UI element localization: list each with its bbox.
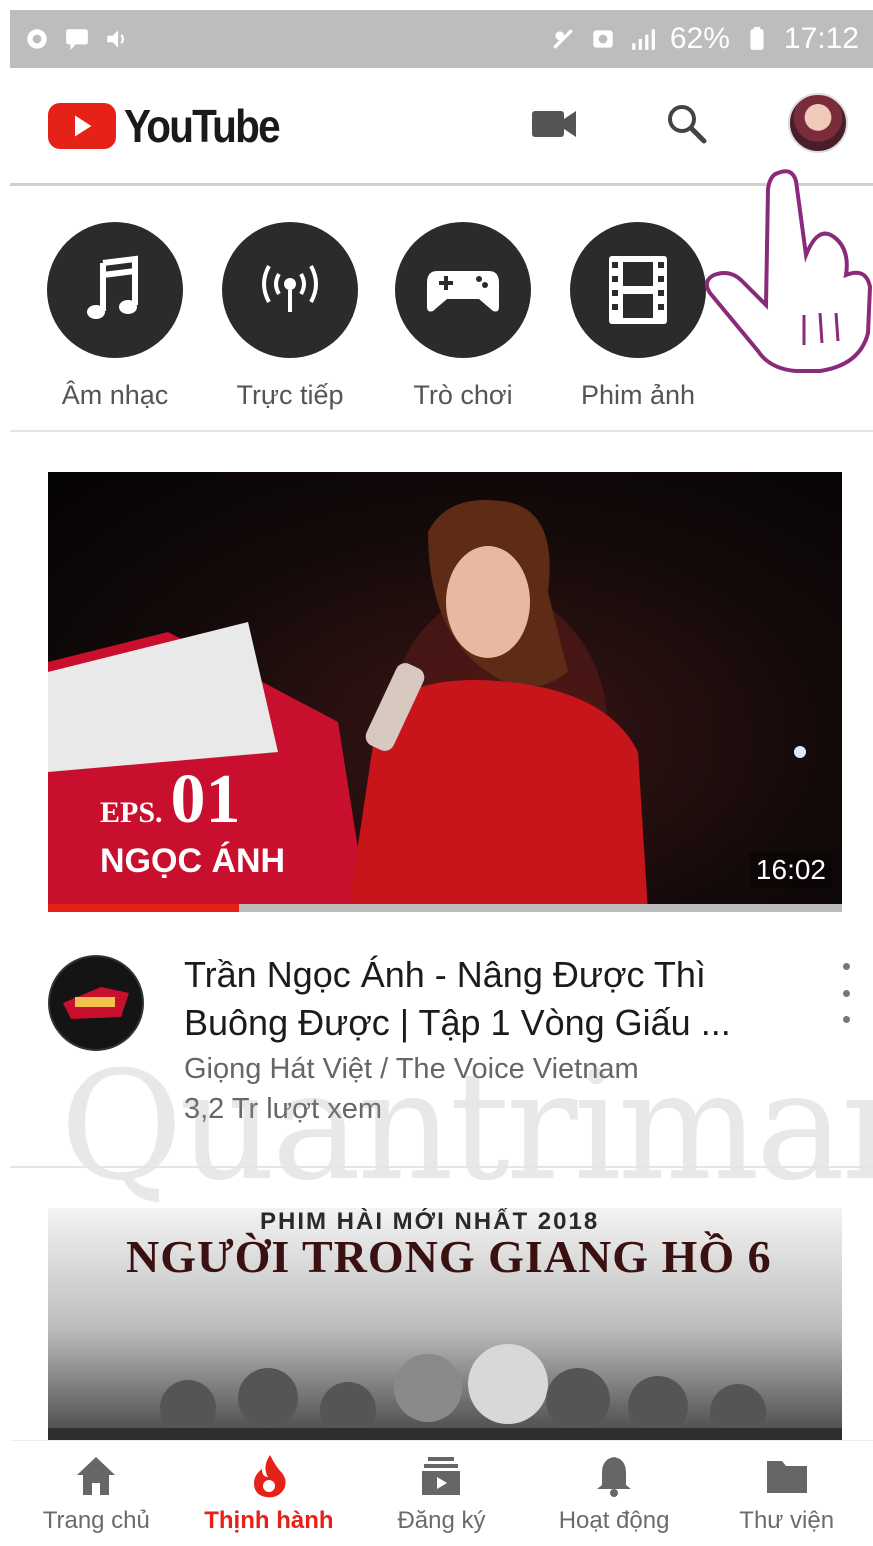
mute-icon [553, 29, 573, 49]
status-bar: 62% 17:12 [10, 10, 873, 68]
home-icon [77, 1456, 116, 1495]
play-logo-icon [48, 102, 116, 149]
category-label: Phim ảnh [580, 380, 696, 410]
search-button[interactable] [655, 92, 717, 154]
account-button[interactable] [787, 92, 849, 154]
thumbnail-title: NGƯỜI TRONG GIANG HỒ 6 [126, 1231, 772, 1282]
search-icon [668, 105, 707, 144]
pointing-hand-icon [704, 169, 873, 373]
more-options-button[interactable] [834, 963, 858, 1023]
nav-activity[interactable]: Hoạt động [529, 1453, 699, 1535]
nav-subscriptions[interactable]: Đăng ký [356, 1453, 526, 1535]
category-gaming[interactable]: Trò chơi [388, 222, 538, 411]
clock: 17:12 [783, 22, 859, 55]
video-thumbnail[interactable]: PHIM HÀI MỚI NHẤT 2018 NGƯỜI TRONG GIANG… [48, 1208, 842, 1448]
episode-label: EPS. [100, 796, 163, 829]
category-label: Trực tiếp [236, 380, 344, 410]
category-label: Trò chơi [413, 380, 513, 410]
thumbnail-artwork [48, 1344, 842, 1448]
nav-library[interactable]: Thư viện [702, 1453, 872, 1535]
message-icon [66, 29, 88, 50]
logo-text: YouTube [124, 99, 281, 152]
status-right: 62% 17:12 [550, 22, 859, 56]
alarm-icon [593, 30, 613, 48]
bell-icon [597, 1456, 632, 1497]
bottom-navigation: Trang chủ Thịnh hành Đăng ký Hoạt động T… [10, 1440, 873, 1546]
avatar [788, 93, 848, 153]
video-metadata: Trần Ngọc Ánh - Nâng Được Thì Buông Được… [48, 945, 868, 1145]
channel-logo-icon [63, 987, 129, 1019]
category-movies[interactable]: Phim ảnh [563, 222, 713, 411]
channel-avatar[interactable] [48, 955, 144, 1051]
music-note-icon [47, 222, 183, 358]
film-icon [570, 222, 706, 358]
category-live[interactable]: Trực tiếp [215, 222, 365, 411]
upload-video-button[interactable] [523, 92, 585, 154]
view-count: 3,2 Tr lượt xem [184, 1093, 382, 1125]
youtube-logo[interactable]: YouTube [48, 99, 300, 153]
thumbnail-singer-name: NGỌC ÁNH [100, 842, 286, 880]
battery-percent: 62% [669, 22, 730, 55]
video-thumbnail[interactable]: EPS. 01 NGỌC ÁNH 16:02 [48, 472, 842, 912]
video-title[interactable]: Trần Ngọc Ánh - Nâng Được Thì Buông Được… [184, 951, 784, 1047]
divider [10, 1166, 873, 1168]
battery-icon [750, 27, 764, 50]
thumbnail-episode: EPS. 01 [100, 760, 241, 840]
status-left [24, 26, 130, 52]
subscriptions-icon [422, 1456, 461, 1495]
trending-flame-icon [253, 1454, 286, 1497]
gamepad-icon [395, 222, 531, 358]
episode-number: 01 [170, 761, 241, 838]
nav-label: Hoạt động [558, 1506, 670, 1534]
volume-icon [107, 30, 125, 48]
channel-name[interactable]: Giọng Hát Việt / The Voice Vietnam [184, 1053, 639, 1086]
signal-icon [632, 29, 655, 50]
nav-label: Thịnh hành [204, 1506, 334, 1534]
category-label: Âm nhạc [61, 380, 169, 410]
live-broadcast-icon [222, 222, 358, 358]
header-actions [523, 92, 849, 154]
watch-progress-bar [48, 904, 239, 912]
category-music[interactable]: Âm nhạc [40, 222, 190, 411]
video-duration: 16:02 [749, 852, 832, 888]
nav-trending[interactable]: Thịnh hành [184, 1453, 354, 1535]
nav-home[interactable]: Trang chủ [11, 1453, 181, 1535]
folder-icon [766, 1460, 807, 1493]
nav-label: Thư viện [739, 1506, 835, 1534]
nav-label: Đăng ký [397, 1506, 486, 1534]
video-camera-icon [532, 111, 576, 137]
settings-icon [27, 29, 47, 49]
nav-label: Trang chủ [42, 1506, 150, 1534]
